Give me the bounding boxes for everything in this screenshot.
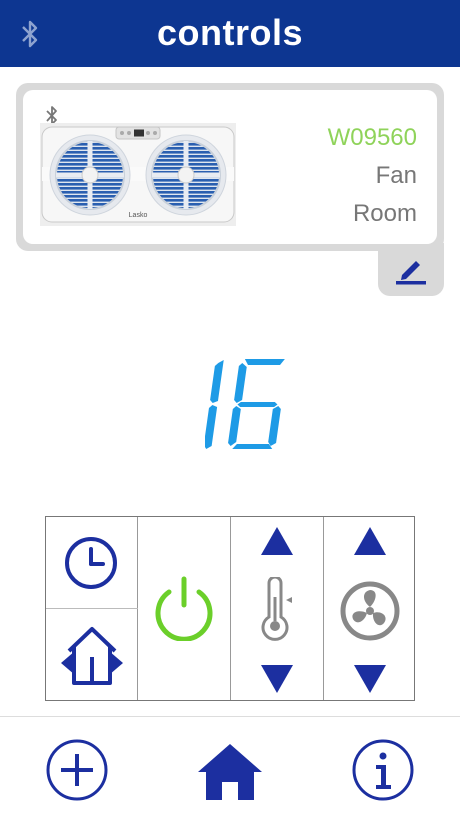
temperature-up-button[interactable]	[259, 525, 295, 557]
pencil-icon	[396, 261, 426, 285]
edit-button[interactable]	[378, 243, 444, 296]
home-icon[interactable]	[196, 742, 264, 802]
fan-speed-up-button[interactable]	[352, 525, 388, 557]
control-panel	[45, 516, 415, 701]
timer-mode-column	[46, 517, 138, 700]
device-type: Fan	[375, 162, 417, 189]
info-circle-icon[interactable]	[351, 738, 415, 802]
temperature-column	[231, 517, 324, 700]
power-icon[interactable]	[153, 575, 215, 641]
device-model: W09560	[327, 124, 417, 151]
bottom-tab-bar	[0, 716, 460, 818]
brand-label: Lasko	[129, 212, 148, 219]
fan-product-image: Lasko	[40, 123, 236, 226]
page-title: controls	[156, 12, 303, 53]
plus-circle-icon[interactable]	[45, 738, 109, 802]
house-arrows-icon[interactable]	[59, 623, 125, 687]
app-header: controls	[0, 0, 460, 67]
temperature-down-button[interactable]	[259, 663, 295, 695]
device-card[interactable]: Lasko W09560 Fan Room	[16, 83, 444, 296]
thermometer-icon	[261, 577, 292, 641]
divider	[46, 608, 138, 609]
fan-speed-down-button[interactable]	[352, 663, 388, 695]
temperature-display: 16	[205, 359, 285, 449]
fan-icon	[340, 581, 400, 641]
power-column	[138, 517, 231, 700]
device-card-body: Lasko W09560 Fan Room	[23, 90, 437, 244]
fan-speed-column	[324, 517, 415, 700]
device-location: Room	[352, 200, 417, 227]
clock-icon[interactable]	[63, 535, 119, 591]
